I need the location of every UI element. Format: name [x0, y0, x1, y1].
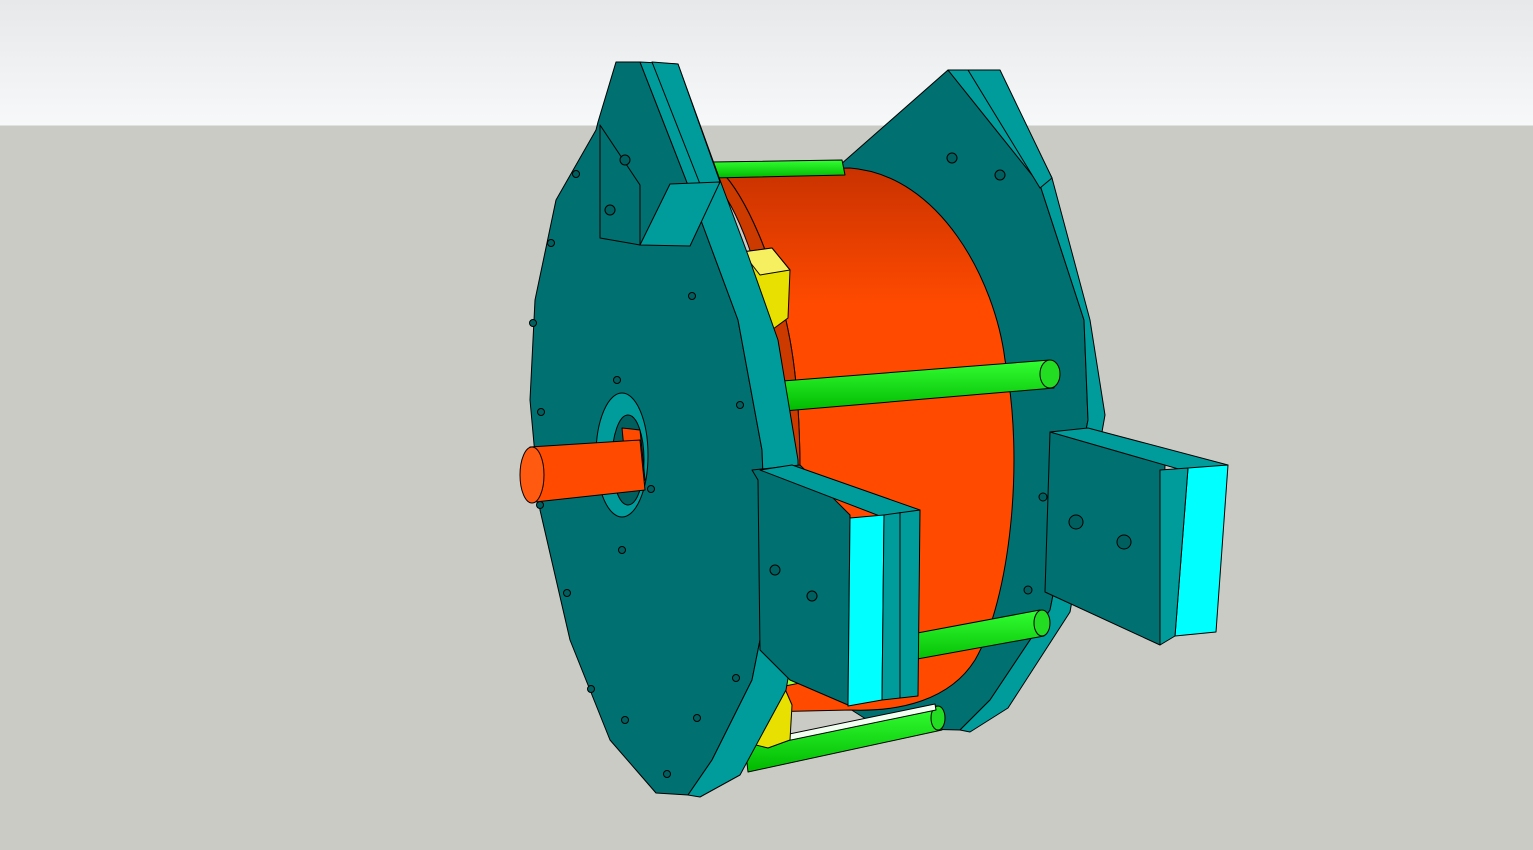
- bolt-hole: [587, 685, 595, 693]
- bolt-hole: [693, 714, 701, 722]
- bolt-hole: [946, 152, 958, 164]
- tie-rod-top: [711, 159, 846, 179]
- bolt-hole: [537, 408, 545, 416]
- bolt-hole: [618, 546, 626, 554]
- bolt-hole: [994, 169, 1006, 181]
- bolt-hole: [663, 770, 671, 778]
- bolt-hole: [529, 319, 537, 327]
- bolt-hole: [563, 589, 571, 597]
- bolt-hole: [1116, 534, 1132, 550]
- bolt-hole: [736, 401, 744, 409]
- clamp-face: [847, 514, 885, 707]
- bolt-hole: [547, 239, 555, 247]
- rear-mounting-clamp[interactable]: [1044, 427, 1229, 646]
- bolt-hole: [613, 376, 621, 384]
- modeling-viewport[interactable]: [0, 0, 1533, 850]
- bolt-hole: [647, 485, 655, 493]
- bolt-hole: [732, 674, 740, 682]
- bolt-hole: [536, 501, 544, 509]
- bolt-hole: [604, 204, 616, 216]
- bolt-hole: [769, 564, 781, 576]
- bolt-hole: [1068, 514, 1084, 530]
- clamp-edge: [881, 509, 921, 701]
- bolt-hole: [688, 292, 696, 300]
- 3d-model-canvas[interactable]: [0, 0, 1533, 850]
- bolt-hole: [572, 170, 580, 178]
- bolt-hole: [621, 716, 629, 724]
- shaft-end: [519, 446, 545, 504]
- generator-assembly[interactable]: [519, 61, 1229, 798]
- bolt-hole: [1038, 492, 1048, 502]
- bolt-hole: [806, 590, 818, 602]
- bolt-hole: [619, 154, 631, 166]
- bolt-hole: [1023, 585, 1033, 595]
